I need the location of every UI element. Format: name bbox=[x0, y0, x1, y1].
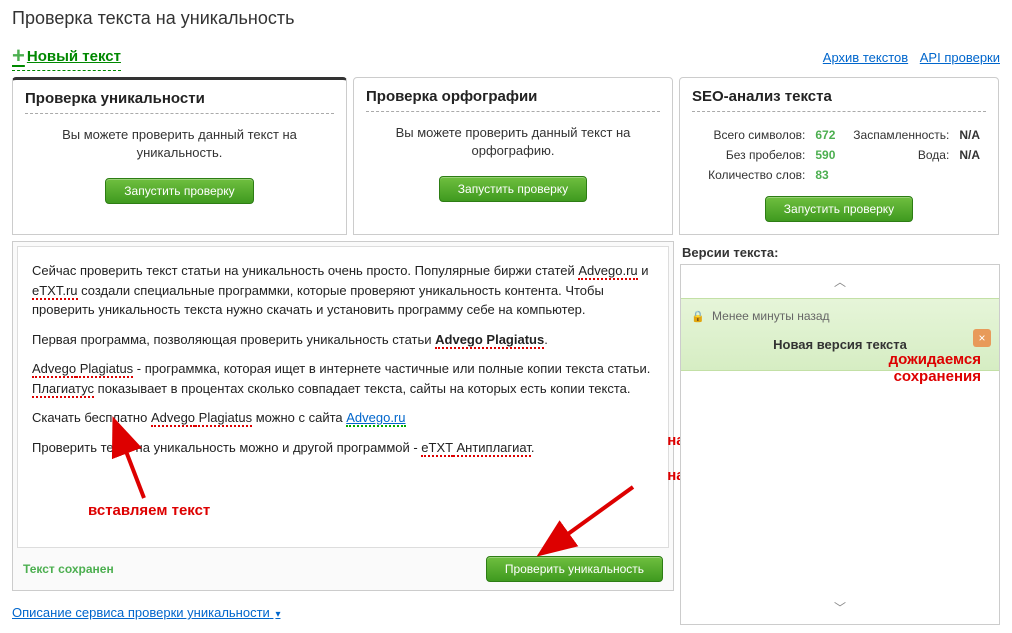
annotation-insert-text: вставляем текст bbox=[88, 502, 210, 519]
seo-value: 672 bbox=[811, 126, 847, 144]
version-label: Новая версия текста bbox=[691, 337, 989, 352]
tab-uniqueness-title: Проверка уникальности bbox=[25, 90, 334, 114]
tab-spelling-desc: Вы можете проверить данный текст на орфо… bbox=[366, 124, 660, 160]
seo-label: Без пробелов: bbox=[694, 146, 809, 164]
seo-value: 590 bbox=[811, 146, 847, 164]
versions-scroll-down[interactable]: ﹀ bbox=[681, 591, 999, 624]
tab-seo-title: SEO-анализ текста bbox=[692, 88, 986, 112]
run-spelling-button[interactable]: Запустить проверку bbox=[439, 176, 587, 202]
seo-value: 83 bbox=[811, 166, 847, 184]
versions-scroll-up[interactable]: ︿ bbox=[681, 265, 999, 298]
text-editor[interactable]: Сейчас проверить текст статьи на уникаль… bbox=[17, 246, 669, 548]
text-saved-status: Текст сохранен bbox=[23, 562, 114, 576]
tab-spelling-title: Проверка орфографии bbox=[366, 88, 660, 112]
service-description-link[interactable]: Описание сервиса проверки уникальности ▾ bbox=[12, 605, 280, 620]
new-text-label: Новый текст bbox=[27, 48, 121, 65]
seo-row: Количество слов: 83 bbox=[694, 166, 984, 184]
tab-uniqueness-desc: Вы можете проверить данный текст на уник… bbox=[25, 126, 334, 162]
run-seo-button[interactable]: Запустить проверку bbox=[765, 196, 913, 222]
versions-title: Версии текста: bbox=[682, 245, 1000, 260]
chevron-up-icon: ︿ bbox=[834, 275, 846, 289]
api-link[interactable]: API проверки bbox=[920, 50, 1000, 65]
chevron-down-icon: ▾ bbox=[275, 609, 280, 620]
seo-value: N/A bbox=[955, 126, 984, 144]
lock-icon: 🔒 bbox=[691, 311, 705, 323]
version-time: Менее минуты назад bbox=[712, 309, 830, 323]
advego-link[interactable]: Advego.ru bbox=[346, 410, 405, 427]
check-uniqueness-button[interactable]: Проверить уникальность bbox=[486, 556, 663, 582]
run-uniqueness-button[interactable]: Запустить проверку bbox=[105, 178, 253, 204]
new-text-link[interactable]: + Новый текст bbox=[12, 43, 121, 71]
tab-seo[interactable]: SEO-анализ текста Всего символов: 672 За… bbox=[679, 77, 999, 235]
seo-label: Заспамленность: bbox=[849, 126, 953, 144]
tab-spelling[interactable]: Проверка орфографии Вы можете проверить … bbox=[353, 77, 673, 235]
seo-value: N/A bbox=[955, 146, 984, 164]
versions-panel: ︿ 🔒 Менее минуты назад Новая версия текс… bbox=[680, 264, 1000, 625]
seo-row: Без пробелов: 590 Вода: N/A bbox=[694, 146, 984, 164]
editor-container: Сейчас проверить текст статьи на уникаль… bbox=[12, 241, 674, 591]
page-title: Проверка текста на уникальность bbox=[12, 8, 1000, 29]
version-item[interactable]: 🔒 Менее минуты назад Новая версия текста… bbox=[681, 298, 999, 371]
plus-icon: + bbox=[12, 43, 25, 69]
seo-stats-table: Всего символов: 672 Заспамленность: N/A … bbox=[692, 124, 986, 186]
seo-row: Всего символов: 672 Заспамленность: N/A bbox=[694, 126, 984, 144]
version-close-button[interactable]: × bbox=[973, 329, 991, 347]
close-icon: × bbox=[978, 331, 985, 345]
seo-label: Всего символов: bbox=[694, 126, 809, 144]
chevron-down-icon: ﹀ bbox=[834, 601, 846, 615]
seo-label: Вода: bbox=[849, 146, 953, 164]
tab-uniqueness[interactable]: Проверка уникальности Вы можете проверит… bbox=[12, 77, 347, 235]
archive-link[interactable]: Архив текстов bbox=[823, 50, 908, 65]
seo-label: Количество слов: bbox=[694, 166, 809, 184]
